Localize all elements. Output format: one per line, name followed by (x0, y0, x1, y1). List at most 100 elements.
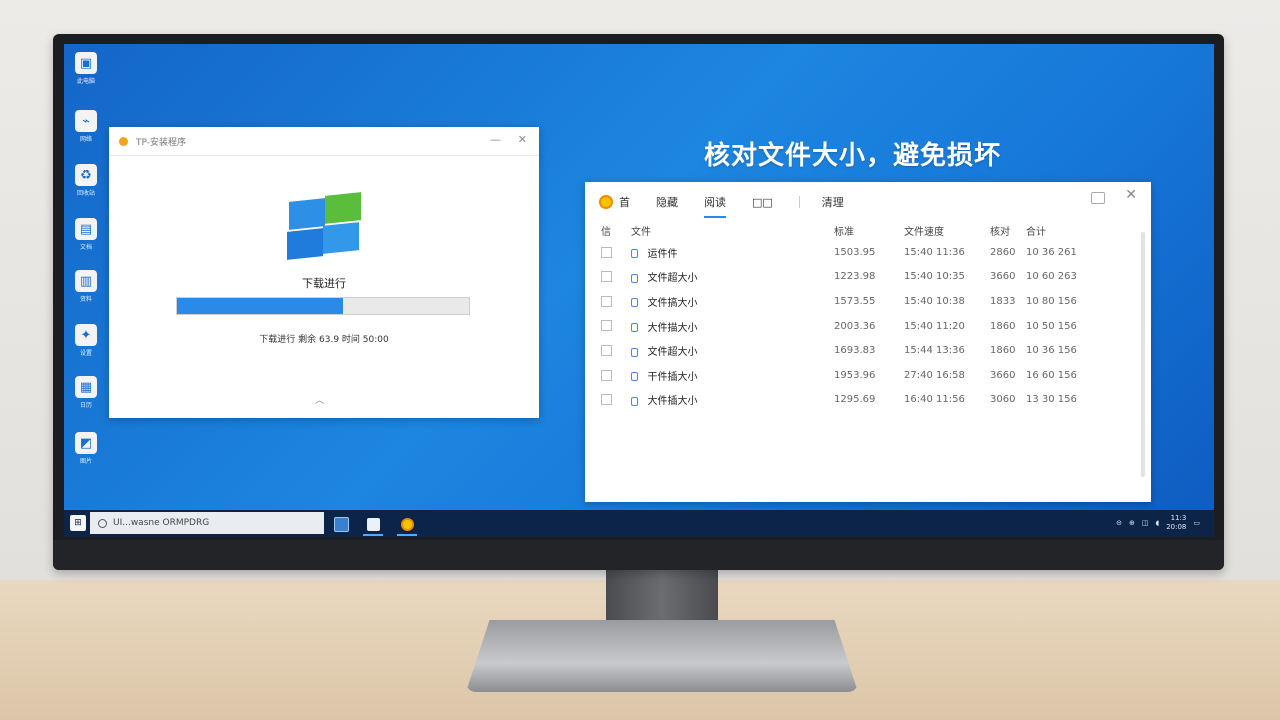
network-tray-icon[interactable]: ⊝ (1116, 519, 1122, 527)
close-button[interactable]: ✕ (518, 133, 527, 146)
tray-clock[interactable]: 11:3 20:08 (1166, 514, 1186, 532)
file-icon (631, 249, 638, 259)
vertical-scrollbar[interactable] (1141, 232, 1145, 477)
desktop-icon[interactable]: ♻ 回收站 (68, 164, 104, 197)
file-table: 信文件 标准 文件速度 核对 合计 运件件 1503.95 15:40 11:36 2860 1… (601, 220, 1101, 412)
file-icon (631, 273, 638, 283)
file-check: 3060 (990, 394, 1016, 406)
file-size: 1503.95 (834, 246, 876, 258)
desktop-icon[interactable]: ⌁ 网络 (68, 110, 104, 143)
folder-icon (333, 516, 349, 532)
sync-tray-icon[interactable]: ⊕ (1129, 519, 1135, 527)
table-row[interactable]: 运件件 1503.95 15:40 11:36 2860 10 36 261 (601, 240, 1101, 265)
tab-2[interactable]: 阅读 (704, 194, 726, 218)
headline-text: 核对文件大小，避免损坏 (704, 141, 1002, 171)
row-checkbox[interactable] (601, 246, 612, 258)
table-row[interactable]: 干件插大小 1953.96 27:40 16:58 3660 16 60 156 (601, 363, 1101, 388)
taskbar-app-browser[interactable] (394, 513, 420, 536)
recycle-icon: ♻ (75, 164, 97, 186)
download-heading: 下载进行 (302, 277, 346, 290)
table-row[interactable]: 文件搞大小 1573.55 15:40 10:38 1833 10 80 156 (601, 289, 1101, 314)
file-total: 10 80 156 (1026, 295, 1077, 307)
picture-icon: ◩ (75, 432, 97, 454)
tab-separator (798, 196, 800, 208)
tab-4[interactable]: 清理 (822, 194, 844, 210)
column-header[interactable]: 文件 (631, 220, 834, 240)
table-row[interactable]: 大件插大小 1295.69 16:40 11:56 3060 13 30 156 (601, 388, 1101, 413)
taskbar-app-explorer[interactable] (328, 513, 354, 535)
desktop-icon-label: 网络 (79, 136, 92, 143)
download-progress-fill (177, 298, 344, 314)
file-name: 文件超大小 (647, 273, 698, 285)
file-time: 15:40 10:35 (904, 271, 965, 283)
tab-0[interactable]: 首 (619, 194, 630, 210)
book-icon: ▥ (75, 270, 97, 292)
file-list-window: 首 隐藏 阅读 □□ 清理 ✕ 信文件 标准 文件速度 核对 合计 运件件 1503.95 15:4… (585, 182, 1151, 502)
desktop-icon[interactable]: ▣ 此电脑 (68, 52, 104, 85)
file-total: 16 60 156 (1026, 369, 1077, 381)
table-row[interactable]: 文件超大小 1223.98 15:40 10:35 3660 10 60 263 (601, 265, 1101, 290)
desktop-icon[interactable]: ▦ 日历 (68, 376, 104, 409)
desktop-icon-label: 资料 (79, 296, 92, 303)
home-icon (599, 195, 613, 209)
column-header[interactable]: 合计 (1026, 220, 1101, 240)
chat-tray-icon[interactable]: ◫ (1142, 519, 1149, 527)
volume-icon[interactable]: ◖ (1155, 519, 1159, 527)
file-name: 干件插大小 (647, 371, 698, 383)
row-checkbox[interactable] (601, 271, 612, 283)
download-window: TP-安装程序 — ✕ 下载进行 下载进行 剩余 63.9 时间 50:00 ︿ (109, 127, 539, 418)
file-size: 1573.55 (834, 295, 876, 307)
file-icon (631, 347, 638, 357)
file-time: 16:40 11:56 (904, 394, 965, 406)
download-progress-bar (176, 297, 470, 315)
desktop-icon-label: 设置 (79, 350, 92, 357)
row-checkbox[interactable] (601, 295, 612, 307)
desktop-icon[interactable]: ▥ 资料 (68, 270, 104, 303)
file-name: 大件描大小 (647, 322, 698, 334)
tab-1[interactable]: 隐藏 (656, 194, 678, 210)
search-icon (98, 518, 107, 528)
desktop-icon[interactable]: ✦ 设置 (68, 324, 104, 357)
collapse-chevron-icon[interactable]: ︿ (315, 393, 324, 406)
taskbar-app-editor[interactable] (360, 513, 386, 536)
desktop-icon-label: 图片 (79, 458, 92, 465)
column-header[interactable]: 文件速度 (904, 220, 990, 240)
file-check: 1860 (990, 345, 1016, 357)
start-button[interactable]: ⊞ (70, 515, 86, 531)
row-checkbox[interactable] (601, 344, 612, 356)
desktop-icon-label: 此电脑 (76, 78, 95, 85)
file-total: 10 36 156 (1026, 345, 1077, 357)
browser-icon (400, 517, 414, 531)
taskbar-search-box[interactable]: UI...wasne ORMPDRG (90, 512, 324, 534)
search-placeholder: UI...wasne ORMPDRG (113, 518, 210, 528)
maximize-button[interactable] (1091, 192, 1105, 204)
tray-date: 20:08 (1166, 523, 1187, 531)
file-icon (631, 323, 638, 333)
document-icon: ▤ (75, 218, 97, 240)
desktop-icon-label: 文档 (79, 244, 92, 251)
table-row[interactable]: 文件超大小 1693.83 15:44 13:36 1860 10 36 156 (601, 338, 1101, 363)
notification-icon[interactable]: ▭ (1193, 519, 1200, 527)
calendar-icon: ▦ (75, 376, 97, 398)
file-check: 2860 (990, 246, 1016, 258)
row-checkbox[interactable] (601, 320, 612, 332)
desktop-icon[interactable]: ▤ 文档 (68, 218, 104, 251)
file-icon (631, 372, 638, 382)
app-icon (119, 136, 128, 146)
file-size: 1295.69 (834, 394, 876, 406)
column-header[interactable]: 标准 (834, 220, 904, 240)
row-checkbox[interactable] (601, 369, 612, 381)
file-check: 3660 (990, 271, 1016, 283)
minimize-button[interactable]: — (490, 133, 501, 146)
settings-icon: ✦ (75, 324, 97, 346)
table-row[interactable]: 大件描大小 2003.36 15:40 11:20 1860 10 50 156 (601, 314, 1101, 339)
tab-3[interactable]: □□ (752, 196, 773, 209)
row-checkbox[interactable] (601, 394, 612, 406)
desktop-icon[interactable]: ◩ 图片 (68, 432, 104, 465)
column-header[interactable]: 信 (601, 220, 631, 240)
file-time: 15:40 11:20 (904, 320, 965, 332)
file-size: 1693.83 (834, 345, 876, 357)
file-time: 27:40 16:58 (904, 369, 965, 381)
file-window-close-button[interactable]: ✕ (1125, 187, 1137, 203)
column-header[interactable]: 核对 (990, 220, 1026, 240)
